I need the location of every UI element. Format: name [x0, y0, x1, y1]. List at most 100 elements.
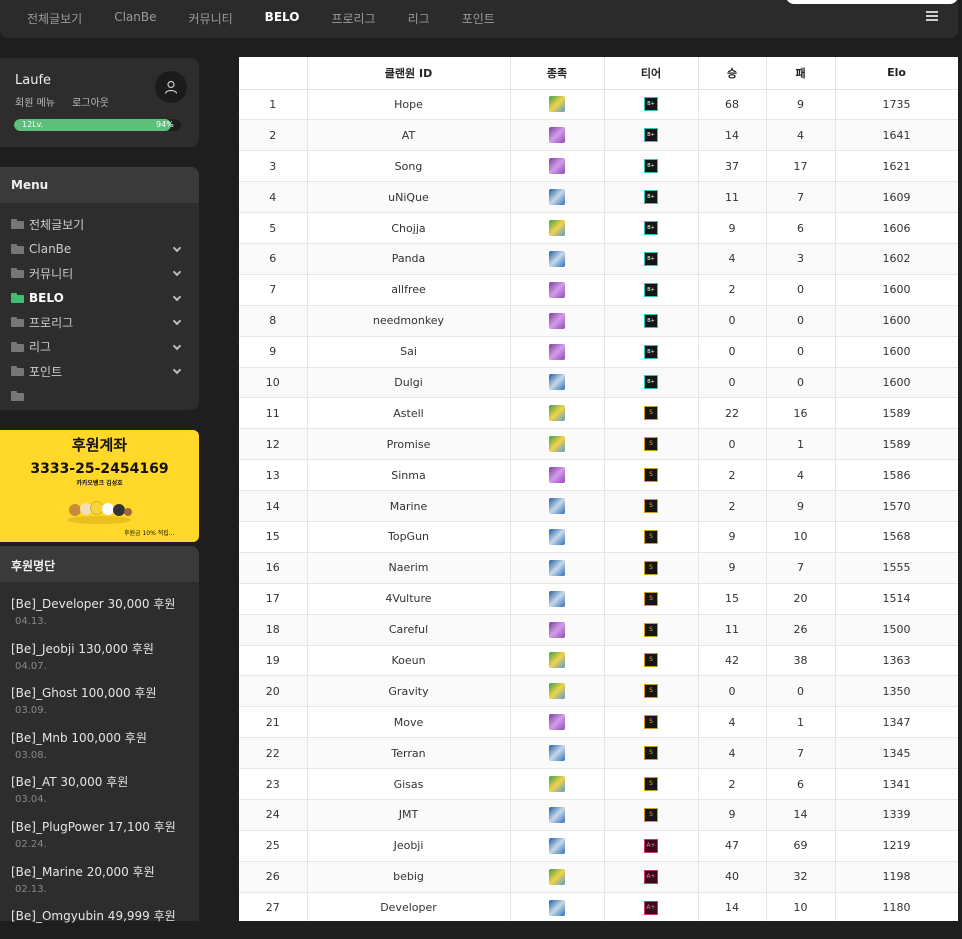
donor-entry[interactable]: [Be]_Ghost 100,000 후원 03.09. [0, 671, 199, 716]
nav-item-points[interactable]: 포인트 [462, 10, 495, 27]
clan-id-cell[interactable]: Astell [306, 397, 511, 430]
wins-cell: 14 [697, 891, 767, 921]
menu-item[interactable]: 리그 [0, 335, 199, 360]
elo-cell: 1589 [834, 397, 958, 430]
tier-badge-icon: S [644, 684, 658, 699]
menu-item[interactable]: BELO [0, 286, 199, 311]
clan-id-cell[interactable]: Dulgi [306, 366, 511, 399]
hamburger-menu-icon[interactable] [926, 11, 938, 23]
chevron-down-icon[interactable] [172, 365, 182, 375]
tier-badge-icon: A+ [644, 869, 658, 884]
race-cell [509, 273, 605, 306]
nav-item-league[interactable]: 리그 [408, 10, 430, 27]
member-menu-link[interactable]: 회원 메뉴 [15, 98, 55, 109]
clan-id-cell[interactable]: TopGun [306, 520, 511, 553]
wins-cell: 47 [697, 829, 767, 862]
elo-cell: 1180 [834, 891, 958, 921]
terran-race-icon [549, 590, 565, 607]
tier-cell: A+ [603, 891, 699, 921]
clan-id-cell[interactable]: Gisas [306, 768, 511, 800]
clan-id-cell[interactable]: Gravity [306, 675, 511, 708]
folder-icon [11, 317, 24, 328]
clan-id-cell[interactable]: allfree [306, 273, 511, 306]
losses-cell: 3 [765, 242, 836, 275]
terran-race-icon [549, 498, 565, 515]
banner-bank: 카카오뱅크 김성호 [76, 480, 123, 487]
menu-item-label: 프로리그 [29, 315, 74, 330]
header-tier[interactable]: 티어 [603, 57, 699, 90]
menu-item[interactable]: 포인트 [0, 359, 199, 384]
clan-id-cell[interactable]: Move [306, 706, 511, 739]
tier-badge-icon: B+ [644, 313, 658, 328]
wins-cell: 4 [697, 706, 767, 739]
clan-id-cell[interactable]: Terran [306, 737, 511, 770]
tier-cell: S [603, 644, 699, 677]
folder-icon [11, 366, 24, 377]
elo-cell: 1350 [834, 675, 958, 708]
chevron-down-icon[interactable] [172, 267, 182, 277]
clan-id-cell[interactable]: Hope [306, 88, 511, 121]
header-race[interactable]: 종족 [509, 57, 605, 90]
clan-id-cell[interactable]: Sai [306, 335, 511, 368]
chevron-down-icon[interactable] [172, 292, 182, 301]
donor-entry[interactable]: [Be]_Marine 20,000 후원 02.13. [0, 850, 199, 895]
folder-icon [11, 219, 24, 230]
chevron-down-icon[interactable] [172, 243, 182, 252]
donor-entry[interactable]: [Be]_PlugPower 17,100 후원 02.24. [0, 805, 199, 850]
clan-id-cell[interactable]: Developer [306, 891, 511, 921]
clan-id-cell[interactable]: JMT [306, 798, 511, 831]
menu-item[interactable]: ClanBe [0, 237, 199, 262]
menu-list: 전체글보기 ClanBe 커뮤니티 BELO 프로리그리그 포인트 [0, 203, 199, 408]
wins-cell: 2 [697, 459, 767, 492]
nav-item-community[interactable]: 커뮤니티 [189, 10, 233, 27]
avatar[interactable] [155, 71, 187, 103]
donor-list-title: 후원명단 [0, 546, 199, 582]
clan-id-cell[interactable]: uNiQue [306, 181, 511, 214]
table-row: 14 Marine S 2 9 1570 [239, 490, 958, 522]
clan-id-cell[interactable]: Koeun [306, 644, 511, 677]
donor-entry[interactable]: [Be]_Omgyubin 49,999 후원 [0, 894, 199, 939]
header-clan-id[interactable]: 클랜원 ID [306, 57, 511, 90]
donor-message: [Be]_PlugPower 17,100 후원 [11, 819, 176, 834]
clan-id-cell[interactable]: Jeobji [306, 829, 511, 862]
clan-id-cell[interactable]: Promise [306, 428, 511, 461]
tier-cell: S [603, 675, 699, 708]
menu-item[interactable] [0, 384, 199, 409]
header-wins[interactable]: 승 [697, 57, 767, 90]
nav-item-clanbe[interactable]: ClanBe [114, 10, 156, 27]
chevron-down-icon[interactable] [172, 316, 182, 326]
donation-banner[interactable]: 후원계좌 3333-25-2454169 카카오뱅크 김성호 후원금 10% 적… [0, 430, 199, 542]
clan-id-cell[interactable]: Marine [306, 490, 511, 522]
donor-entry[interactable]: [Be]_Mnb 100,000 후원 03.08. [0, 716, 199, 761]
table-row: 16 Naerim S 9 7 1555 [239, 551, 958, 584]
nav-item-all-posts[interactable]: 전체글보기 [27, 10, 82, 27]
donor-entry[interactable]: [Be]_AT 30,000 후원 03.04. [0, 760, 199, 805]
header-elo[interactable]: Elo [834, 57, 958, 90]
nav-item-proleague[interactable]: 프로리그 [331, 10, 375, 27]
menu-item[interactable]: 프로리그 [0, 310, 199, 335]
clan-id-cell[interactable]: Song [306, 150, 511, 183]
logout-link[interactable]: 로그아웃 [72, 98, 109, 109]
clan-id-cell[interactable]: 4Vulture [306, 582, 511, 615]
clan-id-cell[interactable]: bebig [306, 860, 511, 893]
clan-id-cell[interactable]: Careful [306, 613, 511, 646]
menu-title: Menu [0, 167, 199, 203]
clan-id-cell[interactable]: Sinma [306, 459, 511, 492]
clan-id-cell[interactable]: Naerim [306, 551, 511, 584]
wins-cell: 11 [697, 613, 767, 646]
menu-item[interactable]: 커뮤니티 [0, 261, 199, 286]
donor-entry[interactable]: [Be]_Developer 30,000 후원 04.13. [0, 582, 199, 627]
elo-cell: 1586 [834, 459, 958, 492]
clan-id-cell[interactable]: Panda [306, 242, 511, 275]
clan-id-cell[interactable]: needmonkey [306, 304, 511, 337]
chevron-down-icon[interactable] [172, 341, 182, 350]
wins-cell: 9 [697, 551, 767, 584]
search-box-edge[interactable] [786, 0, 958, 4]
header-losses[interactable]: 패 [765, 57, 836, 90]
nav-item-belo[interactable]: BELO [265, 10, 300, 27]
donor-entry[interactable]: [Be]_Jeobji 130,000 후원 04.07. [0, 627, 199, 672]
clan-id-cell[interactable]: Chojja [306, 212, 511, 244]
terran-race-icon [549, 745, 565, 762]
clan-id-cell[interactable]: AT [306, 119, 511, 152]
menu-item[interactable]: 전체글보기 [0, 212, 199, 237]
